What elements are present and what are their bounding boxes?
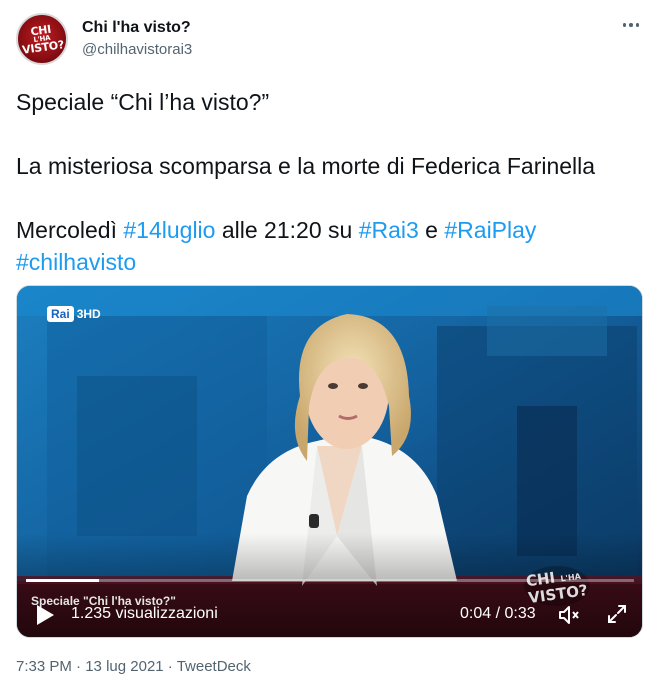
tweet-line-title: Speciale “Chi l’ha visto?” [16,89,270,115]
progress-bar[interactable] [26,579,634,582]
view-count: 1.235 visualizzazioni [71,605,218,622]
tweet-date[interactable]: 13 lug 2021 [85,658,163,675]
more-options-button[interactable] [619,16,643,34]
ellipsis-icon [622,23,627,27]
hashtag-rai3[interactable]: #Rai3 [359,217,419,243]
tweet-footer: 7:33 PM · 13 lug 2021 · TweetDeck [16,658,251,675]
volume-button[interactable] [557,603,581,627]
display-name[interactable]: Chi l'ha visto? [82,18,192,38]
tweet-header: CHI L'HA VISTO? Chi l'ha visto? @chilhav… [16,12,647,68]
video-player[interactable]: Rai 3HD CHI L'HA VISTO? Speciale "Chi l'… [16,285,643,638]
author-names: Chi l'ha visto? @chilhavistorai3 [82,18,192,60]
tweet-card: CHI L'HA VISTO? Chi l'ha visto? @chilhav… [0,0,663,700]
chi-lha-visto-logo-icon: CHI L'HA VISTO? [21,22,65,57]
progress-fill [26,579,99,582]
tweet-text: Speciale “Chi l’ha visto?” La misteriosa… [16,86,647,278]
fullscreen-button[interactable] [605,602,629,626]
play-button[interactable] [35,604,55,626]
tweet-line-schedule: Mercoledì #14luglio alle 21:20 su #Rai3 … [16,217,537,243]
channel-logo: Rai 3HD [47,306,101,322]
watermark-text: CHI L'HA VISTO? [524,568,589,608]
video-time: 0:04 / 0:33 [460,605,536,622]
hashtag-14luglio[interactable]: #14luglio [123,217,215,243]
play-icon [37,605,54,625]
tweet-source[interactable]: TweetDeck [177,658,251,675]
channel-number: 3HD [76,307,101,321]
tweet-line-subtitle: La misteriosa scomparsa e la morte di Fe… [16,153,596,179]
rai-logo-icon: Rai [47,306,74,322]
hashtag-raiplay[interactable]: #RaiPlay [444,217,536,243]
user-handle[interactable]: @chilhavistorai3 [82,40,192,60]
avatar[interactable]: CHI L'HA VISTO? [16,13,68,65]
tweet-time[interactable]: 7:33 PM [16,658,72,675]
hashtag-chilhavisto[interactable]: #chilhavisto [16,249,136,275]
volume-muted-icon [559,606,579,624]
fullscreen-icon [608,605,626,623]
tweet-line-hashtag: #chilhavisto [16,246,647,278]
